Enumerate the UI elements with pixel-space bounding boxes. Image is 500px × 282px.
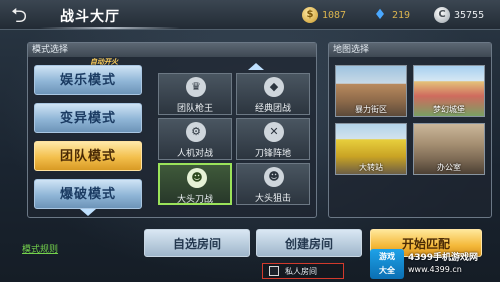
- back-arrow-icon[interactable]: ⮌: [6, 3, 32, 27]
- scroll-down-arrow-icon[interactable]: [80, 209, 96, 216]
- submode-label: 经典团战: [254, 104, 291, 114]
- map-dream-castle[interactable]: 梦幻城堡: [413, 65, 485, 117]
- title-underline: [40, 27, 180, 29]
- submode-label: 刀锋阵地: [254, 149, 291, 159]
- submode-label: 团队枪王: [176, 104, 213, 114]
- submode-label: 人机对战: [176, 149, 213, 159]
- watermark-logo-line1: 游戏: [379, 252, 395, 261]
- top-bar: ⮌ 战斗大厅 $ 1087 ♦ 219 C 35755: [0, 0, 500, 30]
- map-transfer-station[interactable]: 大转站: [335, 123, 407, 175]
- map-label: 办公室: [437, 163, 461, 172]
- private-room-toggle[interactable]: 私人房间: [262, 263, 344, 279]
- mode-rules-link[interactable]: 模式规则: [22, 242, 58, 255]
- map-panel-header: 地图选择: [329, 43, 491, 57]
- private-room-checkbox[interactable]: [269, 266, 279, 276]
- silver-coin-icon: C: [434, 7, 450, 23]
- mode-demolition[interactable]: 爆破模式: [34, 179, 142, 209]
- blade-icon: ✕: [264, 122, 284, 142]
- watermark-url: www.4399.cn: [408, 265, 462, 274]
- shield-icon: ◆: [264, 77, 284, 97]
- mode-team[interactable]: 团队模式: [34, 141, 142, 171]
- submode-label: 大头狙击: [254, 194, 291, 204]
- robot-icon: ⚙: [186, 122, 206, 142]
- submode-bighead-sniper[interactable]: ☻ 大头狙击: [236, 163, 310, 205]
- map-label: 梦幻城堡: [433, 105, 465, 114]
- map-office[interactable]: 办公室: [413, 123, 485, 175]
- scroll-up-arrow-icon[interactable]: [248, 63, 264, 70]
- silver-currency: C 35755: [434, 7, 484, 23]
- gold-value: 1087: [322, 9, 347, 21]
- map-select-panel: 地图选择 暴力街区 梦幻城堡 大转站 办公室: [328, 42, 492, 218]
- create-room-button[interactable]: 创建房间: [256, 229, 362, 257]
- diamond-icon: ♦: [373, 7, 387, 23]
- mode-entertainment[interactable]: 娱乐模式: [34, 65, 142, 95]
- diamond-value: 219: [392, 9, 411, 21]
- silver-value: 35755: [454, 9, 485, 21]
- submode-blade-position[interactable]: ✕ 刀锋阵地: [236, 118, 310, 160]
- private-room-label: 私人房间: [285, 266, 317, 276]
- gold-currency: $ 1087: [302, 7, 346, 23]
- mode-select-panel: 模式选择 自动开火 娱乐模式 变异模式 团队模式 爆破模式 ♛ 团队枪王 ◆ 经…: [27, 42, 317, 218]
- submode-label: 大头刀战: [176, 195, 213, 205]
- crown-icon: ♛: [186, 77, 206, 97]
- map-label: 大转站: [359, 163, 383, 172]
- submode-vs-ai[interactable]: ⚙ 人机对战: [158, 118, 232, 160]
- mode-mutation[interactable]: 变异模式: [34, 103, 142, 133]
- bighead-knife-icon: ☻: [187, 168, 207, 188]
- submode-team-gunking[interactable]: ♛ 团队枪王: [158, 73, 232, 115]
- map-label: 暴力街区: [355, 105, 387, 114]
- page-title: 战斗大厅: [60, 9, 120, 25]
- submode-classic-team[interactable]: ◆ 经典团战: [236, 73, 310, 115]
- gold-coin-icon: $: [302, 7, 318, 23]
- watermark-logo-line2: 大全: [379, 266, 395, 275]
- mode-panel-header: 模式选择: [28, 43, 316, 57]
- watermark-logo: 游戏 大全: [370, 249, 404, 279]
- bighead-sniper-icon: ☻: [264, 167, 284, 187]
- submode-bighead-knife[interactable]: ☻ 大头刀战: [158, 163, 232, 205]
- map-violent-block[interactable]: 暴力街区: [335, 65, 407, 117]
- watermark-name: 4399手机游戏网: [408, 253, 479, 263]
- choose-room-button[interactable]: 自选房间: [144, 229, 250, 257]
- diamond-currency: ♦ 219: [372, 7, 410, 23]
